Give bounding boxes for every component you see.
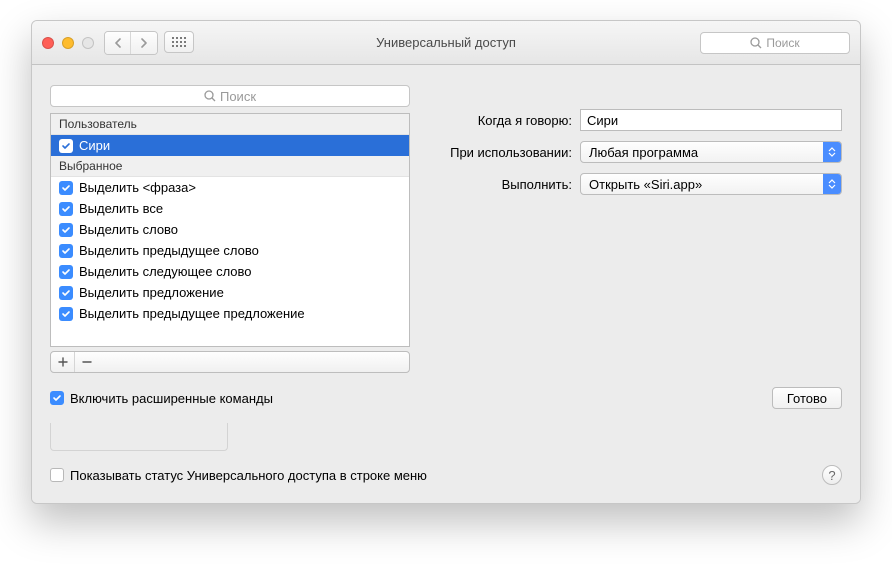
list-item[interactable]: Сири	[51, 135, 409, 156]
updown-icon	[823, 142, 841, 162]
list-item-label: Выделить предложение	[79, 285, 224, 300]
chevron-right-icon	[140, 38, 148, 48]
minimize-window-button[interactable]	[62, 37, 74, 49]
chevron-left-icon	[114, 38, 122, 48]
while-using-popup[interactable]: Любая программа	[580, 141, 842, 163]
forward-button[interactable]	[131, 32, 157, 54]
enable-advanced-label: Включить расширенные команды	[70, 391, 273, 406]
list-item[interactable]: Выделить предложение	[51, 282, 409, 303]
list-item[interactable]: Выделить все	[51, 198, 409, 219]
list-item[interactable]: Выделить слово	[51, 219, 409, 240]
background-box	[50, 423, 228, 451]
commands-list[interactable]: Пользователь Сири Выбранное Выделить <фр…	[50, 113, 410, 347]
prefs-window: Универсальный доступ Поиск Поиск	[31, 20, 861, 504]
traffic-lights	[42, 37, 94, 49]
commands-sheet: Поиск Пользователь Сири Выбранное	[50, 75, 842, 409]
toolbar-nav	[104, 31, 194, 55]
zoom-window-button[interactable]	[82, 37, 94, 49]
checkbox-icon[interactable]	[59, 202, 73, 216]
list-item-label: Выделить слово	[79, 222, 178, 237]
checkbox-icon[interactable]	[59, 307, 73, 321]
updown-icon	[823, 174, 841, 194]
group-header-favorites: Выбранное	[51, 156, 409, 177]
done-button[interactable]: Готово	[772, 387, 842, 409]
checkbox-icon[interactable]	[59, 265, 73, 279]
checkbox-icon[interactable]	[59, 286, 73, 300]
commands-search[interactable]: Поиск	[50, 85, 410, 107]
show-status-in-menubar[interactable]: Показывать статус Универсального доступа…	[50, 468, 427, 483]
help-button[interactable]: ?	[822, 465, 842, 485]
back-button[interactable]	[105, 32, 131, 54]
titlebar: Универсальный доступ Поиск	[32, 21, 860, 65]
search-icon	[204, 90, 216, 102]
add-remove-control	[50, 351, 410, 373]
checkbox-icon[interactable]	[59, 244, 73, 258]
grid-icon	[172, 37, 186, 47]
right-pane: Когда я говорю: При использовании: Любая…	[424, 85, 842, 373]
list-item-label: Сири	[79, 138, 110, 153]
add-button[interactable]	[51, 352, 75, 372]
list-item-label: Выделить <фраза>	[79, 180, 196, 195]
checkbox-icon[interactable]	[59, 139, 73, 153]
commands-search-placeholder: Поиск	[220, 89, 256, 104]
minus-icon	[82, 357, 92, 367]
checkbox-icon[interactable]	[59, 223, 73, 237]
group-header-user: Пользователь	[51, 114, 409, 135]
perform-value: Открыть «Siri.app»	[589, 177, 702, 192]
perform-label: Выполнить:	[424, 177, 580, 192]
left-pane: Поиск Пользователь Сири Выбранное	[50, 85, 410, 373]
list-item-label: Выделить предыдущее предложение	[79, 306, 305, 321]
window-body: Поиск Пользователь Сири Выбранное	[32, 65, 860, 503]
when-i-say-label: Когда я говорю:	[424, 113, 580, 128]
list-item[interactable]: Выделить следующее слово	[51, 261, 409, 282]
list-item-label: Выделить все	[79, 201, 163, 216]
search-icon	[750, 37, 762, 49]
nav-seg	[104, 31, 158, 55]
while-using-value: Любая программа	[589, 145, 698, 160]
list-item[interactable]: Выделить <фраза>	[51, 177, 409, 198]
list-item[interactable]: Выделить предыдущее предложение	[51, 303, 409, 324]
checkbox-icon	[50, 391, 64, 405]
close-window-button[interactable]	[42, 37, 54, 49]
toolbar-search-placeholder: Поиск	[766, 36, 799, 50]
while-using-label: При использовании:	[424, 145, 580, 160]
remove-button[interactable]	[75, 352, 99, 372]
checkbox-icon	[50, 468, 64, 482]
list-item-label: Выделить предыдущее слово	[79, 243, 259, 258]
toolbar-search[interactable]: Поиск	[700, 32, 850, 54]
show-all-button[interactable]	[164, 31, 194, 53]
perform-popup[interactable]: Открыть «Siri.app»	[580, 173, 842, 195]
when-i-say-input[interactable]	[580, 109, 842, 131]
show-status-label: Показывать статус Универсального доступа…	[70, 468, 427, 483]
list-item[interactable]: Выделить предыдущее слово	[51, 240, 409, 261]
checkbox-icon[interactable]	[59, 181, 73, 195]
plus-icon	[58, 357, 68, 367]
enable-advanced-commands[interactable]: Включить расширенные команды	[50, 391, 273, 406]
list-item-label: Выделить следующее слово	[79, 264, 252, 279]
